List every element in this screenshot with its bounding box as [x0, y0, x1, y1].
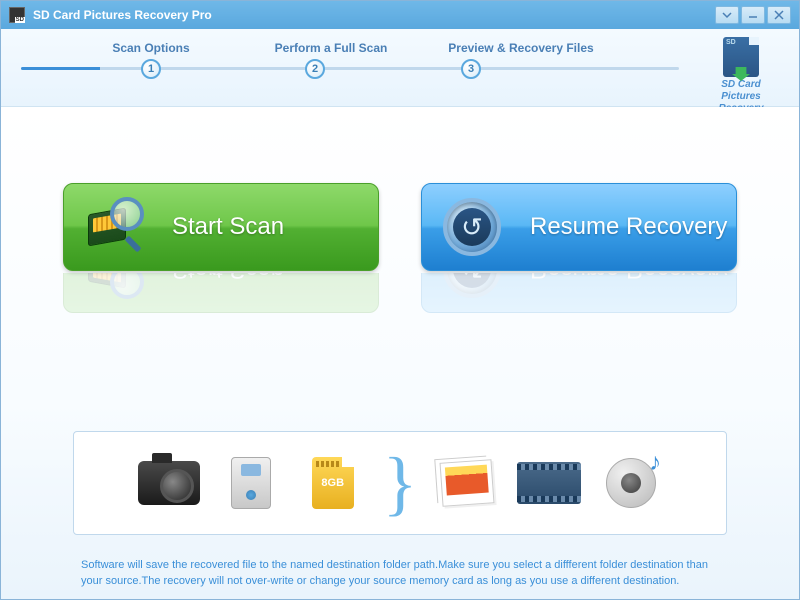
step-label-1: Scan Options [61, 41, 241, 55]
resume-recovery-button[interactable]: Resume Recovery [421, 183, 737, 271]
clock-icon [440, 195, 504, 259]
close-button[interactable] [767, 6, 791, 24]
brace-icon: } [383, 451, 418, 515]
devices-panel: 8GB } [73, 431, 727, 535]
resume-recovery-label: Resume Recovery [522, 213, 736, 241]
harddrive-icon [219, 451, 283, 515]
step-circle-2: 2 [305, 59, 325, 79]
titlebar: SD Card Pictures Recovery Pro [1, 1, 799, 29]
step-label-2: Perform a Full Scan [241, 41, 421, 55]
film-icon [517, 451, 581, 515]
brand-logo: SD SD Card Pictures Recovery [701, 37, 781, 115]
sdcard-icon: SD [723, 37, 759, 77]
photo-icon [435, 451, 499, 515]
minimize-button[interactable] [741, 6, 765, 24]
main-content: Start Scan Resume Recovery Start Scan Re… [1, 107, 799, 599]
stepper: Scan Options Perform a Full Scan Preview… [1, 29, 799, 107]
scan-icon [82, 195, 146, 259]
sdcard-8gb-icon: 8GB [301, 451, 365, 515]
footer-text: Software will save the recovered file to… [81, 557, 719, 589]
audio-icon [599, 451, 663, 515]
stepper-line [21, 67, 679, 70]
step-label-3: Preview & Recovery Files [421, 41, 621, 55]
step-circle-3: 3 [461, 59, 481, 79]
app-title: SD Card Pictures Recovery Pro [33, 8, 212, 22]
step-circle-1: 1 [141, 59, 161, 79]
dropdown-button[interactable] [715, 6, 739, 24]
app-icon [9, 7, 25, 23]
camera-icon [137, 451, 201, 515]
start-scan-button[interactable]: Start Scan [63, 183, 379, 271]
start-scan-label: Start Scan [164, 213, 378, 241]
